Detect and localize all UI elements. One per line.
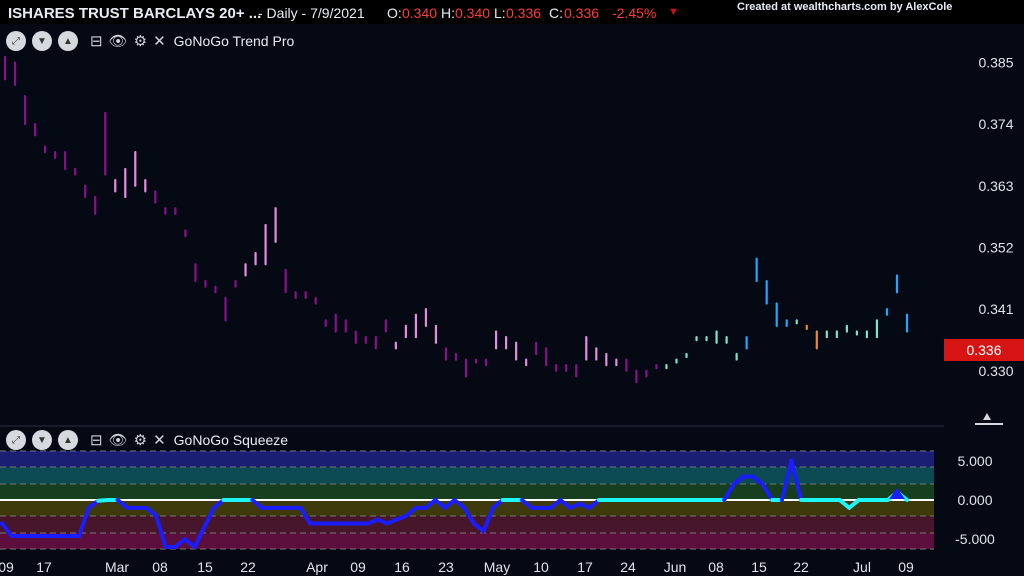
price-axis: 0.385 0.374 0.363 0.352 0.341 0.330 xyxy=(978,54,1013,378)
price-axis-tick: 0.341 xyxy=(978,301,1013,317)
price-axis-tick: 0.385 xyxy=(978,54,1013,70)
x-axis-tick: May xyxy=(484,559,510,575)
triangle-down-icon: ▼ xyxy=(668,6,679,18)
price-axis-tick: 0.374 xyxy=(978,116,1013,132)
x-axis: 09 17 Mar 08 15 22 Apr 09 16 23 May 10 17 24 Jun 08 15 22… xyxy=(0,559,914,575)
x-axis-tick: 08 xyxy=(708,559,724,575)
axis-scale-icon[interactable] xyxy=(975,413,1003,425)
ohlc-open-value: 0.340 xyxy=(402,5,438,21)
x-axis-tick: Jun xyxy=(664,559,687,575)
x-axis-tick: Apr xyxy=(306,559,328,575)
ohlc-close-label: C: xyxy=(549,5,563,21)
squeeze-axis-tick: -5.000 xyxy=(955,531,995,547)
squeeze-axis-tick: 5.000 xyxy=(957,453,992,469)
x-axis-tick: 09 xyxy=(898,559,914,575)
price-bars xyxy=(3,55,909,384)
x-axis-tick: 22 xyxy=(240,559,256,575)
x-axis-tick: 09 xyxy=(350,559,366,575)
x-axis-tick: 17 xyxy=(577,559,593,575)
x-axis-tick: 17 xyxy=(36,559,52,575)
x-axis-tick: 15 xyxy=(751,559,767,575)
credit-text: Created at wealthcharts.com by AlexCole xyxy=(737,1,953,13)
ohlc-low-value: 0.336 xyxy=(506,5,542,21)
ohlc-open-label: O: xyxy=(387,5,402,21)
ohlc-close-value: 0.336 xyxy=(564,5,600,21)
x-axis-tick: Mar xyxy=(105,559,129,575)
ohlc-high-value: 0.340 xyxy=(455,5,491,21)
ohlc-high-label: H: xyxy=(441,5,455,21)
squeeze-axis: 5.000 0.000 -5.000 xyxy=(955,453,995,547)
chart-canvas[interactable]: 0.385 0.374 0.363 0.352 0.341 0.330 0.336 5.0… xyxy=(0,24,1024,576)
x-axis-tick: 16 xyxy=(394,559,410,575)
x-axis-tick: 10 xyxy=(533,559,549,575)
squeeze-axis-tick: 0.000 xyxy=(957,492,992,508)
price-axis-tick: 0.363 xyxy=(978,178,1013,194)
x-axis-tick: 08 xyxy=(152,559,168,575)
x-axis-tick: Jul xyxy=(853,559,871,575)
change-percent: -2.45% xyxy=(612,5,657,21)
chart-header: ISHARES TRUST BARCLAYS 20+ ... - Daily -… xyxy=(0,0,1024,24)
interval-date: - Daily - 7/9/2021 xyxy=(258,5,365,21)
x-axis-tick: 24 xyxy=(620,559,636,575)
x-axis-tick: 15 xyxy=(197,559,213,575)
x-axis-tick: 09 xyxy=(0,559,14,575)
ohlc-low-label: L: xyxy=(494,5,506,21)
last-price-label: 0.336 xyxy=(966,342,1001,358)
symbol-title[interactable]: ISHARES TRUST BARCLAYS 20+ ... xyxy=(8,5,261,22)
x-axis-tick: 23 xyxy=(438,559,454,575)
x-axis-tick: 22 xyxy=(793,559,809,575)
price-axis-tick: 0.352 xyxy=(978,239,1013,255)
price-axis-tick: 0.330 xyxy=(978,363,1013,379)
last-price-badge: 0.336 xyxy=(944,339,1024,361)
